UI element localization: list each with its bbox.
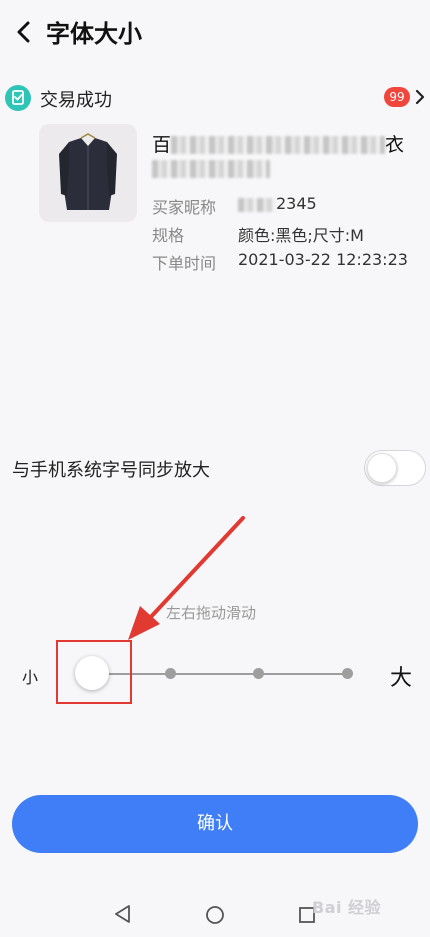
order-status-text: 交易成功: [40, 90, 112, 111]
watermark-logo: Bai 经验: [312, 898, 382, 917]
sync-font-toggle[interactable]: [364, 450, 426, 486]
buyer-label: 买家昵称: [152, 198, 217, 217]
header-bar: 字体大小: [0, 0, 430, 64]
slider-step-dot[interactable]: [253, 668, 264, 679]
slider-hint: 左右拖动滑动: [166, 604, 257, 622]
product-title-suffix: 衣: [385, 134, 405, 156]
spec-label: 规格: [152, 226, 185, 245]
blurred-text: [238, 198, 276, 212]
confirm-button[interactable]: 确认: [12, 795, 418, 853]
sync-font-label: 与手机系统字号同步放大: [12, 460, 210, 481]
large-font-label: 大: [390, 666, 413, 691]
slider-step-dot[interactable]: [342, 668, 353, 679]
order-time-value: 2021-03-22 12:23:23: [238, 250, 408, 269]
order-status-icon: [5, 85, 31, 111]
product-title[interactable]: 百衣: [152, 130, 404, 157]
annotation-highlight-box: [56, 640, 132, 704]
slider-step-dot[interactable]: [165, 668, 176, 679]
product-title-prefix: 百: [152, 134, 172, 156]
nav-back-icon[interactable]: [113, 904, 133, 924]
blurred-text: [152, 160, 270, 178]
chevron-right-icon[interactable]: [414, 88, 426, 106]
font-size-slider-track[interactable]: [96, 673, 348, 675]
small-font-label: 小: [22, 668, 39, 687]
spec-value: 颜色:黑色;尺寸:M: [238, 226, 364, 245]
jacket-image: [59, 133, 117, 210]
back-arrow-icon[interactable]: [12, 18, 36, 46]
page-title: 字体大小: [46, 20, 142, 48]
product-title-line2: [152, 158, 270, 180]
order-time-label: 下单时间: [152, 254, 217, 273]
buyer-value: 2345: [238, 194, 317, 213]
notification-badge: 99: [384, 87, 410, 107]
nav-home-icon[interactable]: [205, 905, 225, 925]
blurred-text: [171, 136, 386, 154]
toggle-knob: [367, 453, 397, 483]
product-thumbnail[interactable]: [39, 124, 137, 222]
